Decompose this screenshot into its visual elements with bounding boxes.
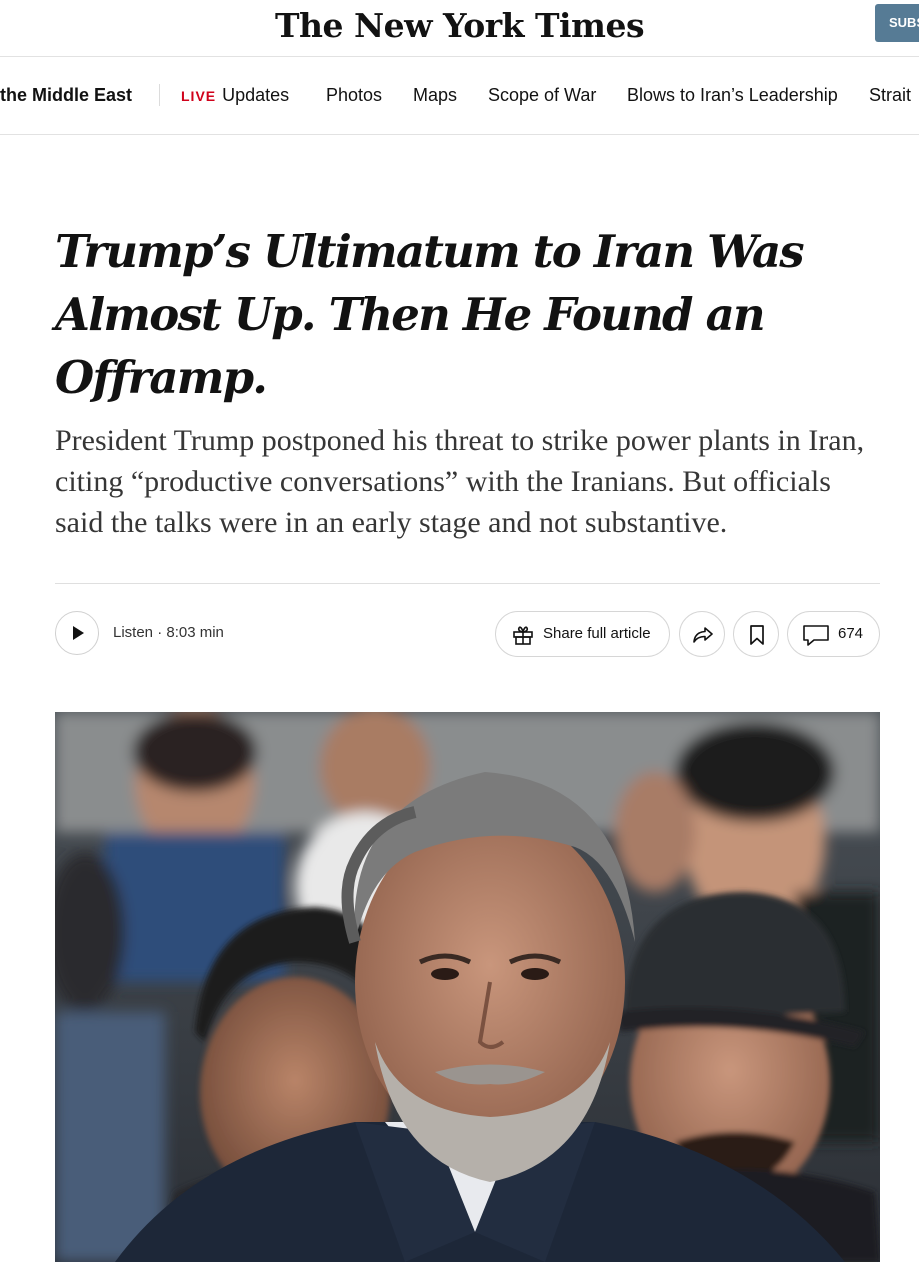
share-full-article-button[interactable]: Share full article [495,611,670,657]
divider [55,583,880,584]
nav-item-blows-to-irans-leadership[interactable]: Blows to Iran’s Leadership [627,85,838,106]
nav-item-label: Updates [222,85,290,105]
nav-divider [159,84,160,106]
comment-count: 674 [838,625,864,642]
article-summary: President Trump postponed his threat to … [55,424,865,539]
nav-item-strait[interactable]: Strait [869,85,911,106]
article-headline: Trump’s Ultimatum to Iran Was Almost Up.… [55,225,805,404]
nav-section-title[interactable]: the Middle East [0,85,132,106]
live-tag: LIVE [181,88,217,104]
share-full-article-label: Share full article [543,625,651,642]
lead-photo[interactable] [55,712,880,1262]
listen-play-button[interactable] [55,611,99,655]
nav-item-photos[interactable]: Photos [326,85,382,106]
save-bookmark-button[interactable] [733,611,779,657]
comment-bubble-icon [803,625,829,646]
nav-item-scope-of-war[interactable]: Scope of War [488,85,596,106]
comments-button[interactable]: 674 [787,611,880,657]
nav-item-live-updates[interactable]: LIVE Updates [181,85,289,106]
lead-photo-image [55,712,880,1262]
gift-icon [513,626,533,645]
masthead: The New York Times SUBSCRIBE [0,0,919,57]
nav-item-maps[interactable]: Maps [413,85,457,106]
bookmark-icon [750,625,764,645]
subscribe-button[interactable]: SUBSCRIBE [875,4,919,42]
nyt-logo[interactable]: The New York Times [0,6,919,45]
play-icon [73,626,84,640]
share-button[interactable] [679,611,725,657]
listen-duration: Listen · 8:03 min [113,624,224,641]
section-nav: the Middle East LIVE Updates Photos Maps … [0,56,919,135]
share-arrow-icon [693,627,713,643]
